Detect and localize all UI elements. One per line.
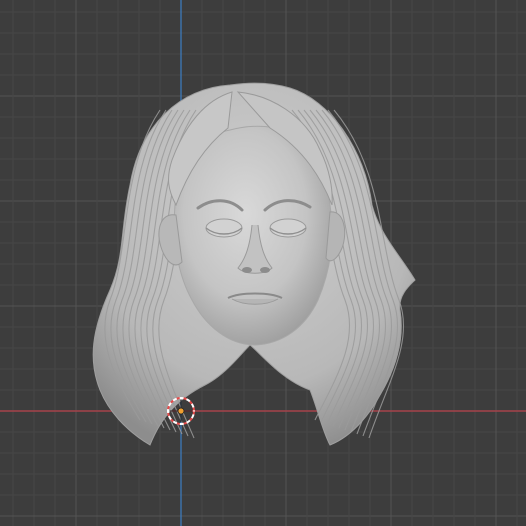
viewport-canvas[interactable] [0, 0, 526, 526]
3d-viewport[interactable] [0, 0, 526, 526]
origin-dot-icon [177, 407, 185, 415]
head-mesh[interactable] [92, 82, 416, 446]
